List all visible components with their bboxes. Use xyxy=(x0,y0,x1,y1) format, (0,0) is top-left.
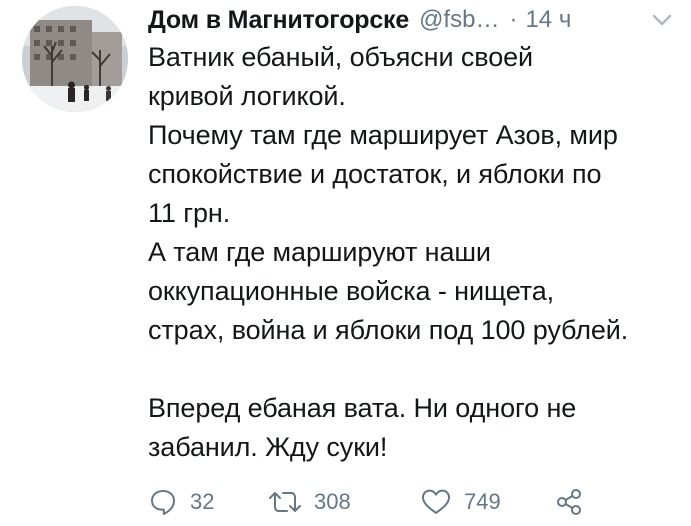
user-handle[interactable]: @fsb… xyxy=(419,6,499,34)
reply-icon xyxy=(148,487,178,517)
like-count: 749 xyxy=(464,489,501,514)
reply-count: 32 xyxy=(190,489,215,514)
share-button[interactable] xyxy=(554,482,584,522)
share-icon xyxy=(554,487,584,517)
reply-button[interactable]: 32 xyxy=(148,482,214,522)
timestamp[interactable]: 14 ч xyxy=(525,6,571,34)
tweet-text: Ватник ебаный, объясни своей кривой логи… xyxy=(148,42,629,462)
tweet-header: Дом в Магнитогорске @fsb… · 14 ч xyxy=(148,0,688,40)
heart-icon xyxy=(420,487,452,517)
retweet-button[interactable]: 308 xyxy=(268,482,351,522)
retweet-count: 308 xyxy=(314,489,351,514)
chevron-down-icon[interactable] xyxy=(650,8,674,32)
tweet-actions: 32 308 749 xyxy=(148,482,688,522)
avatar[interactable] xyxy=(22,6,128,112)
separator-dot: · xyxy=(509,6,518,33)
display-name[interactable]: Дом в Магнитогорске xyxy=(148,6,409,35)
tweet[interactable]: Дом в Магнитогорске @fsb… · 14 ч Ватник … xyxy=(0,0,691,526)
retweet-icon xyxy=(268,487,302,517)
like-button[interactable]: 749 xyxy=(420,482,501,522)
